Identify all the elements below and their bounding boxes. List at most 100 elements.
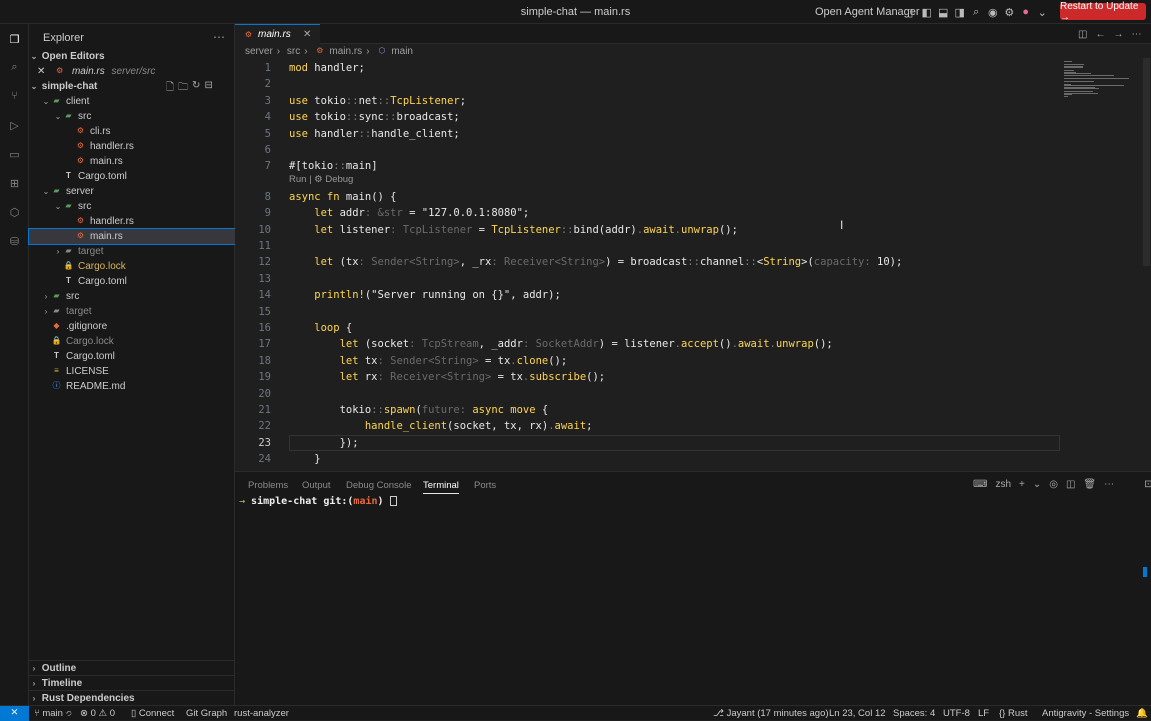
run-debug-icon[interactable]: ▷ — [0, 112, 29, 138]
indentation-status[interactable]: Spaces: 4 — [893, 707, 935, 720]
tree-item[interactable]: 🔒 Cargo.lock — [29, 259, 235, 274]
minimap[interactable] — [1062, 58, 1137, 98]
agent-icon[interactable]: ⬡ — [0, 199, 29, 225]
run-debug-codelens[interactable]: Run | ⚙ Debug — [289, 174, 353, 185]
go-back-icon[interactable]: ← — [1095, 29, 1105, 40]
go-forward-icon[interactable]: → — [1113, 29, 1123, 40]
tree-item[interactable]: T Cargo.toml — [29, 349, 235, 364]
search-icon[interactable]: ⌕ — [0, 54, 29, 80]
code-line: 16 loop { — [235, 320, 1060, 336]
database-icon[interactable]: ⛁ — [0, 228, 29, 254]
copilot-icon[interactable]: ◎ — [1049, 479, 1058, 490]
toggle-panel-icon[interactable]: ⬓ — [935, 5, 952, 19]
tree-item[interactable]: › ▰ src — [29, 289, 235, 304]
tree-item[interactable]: ⌄ ▰ src — [29, 109, 235, 124]
tree-item[interactable]: ⚙ main.rs — [29, 154, 235, 169]
breadcrumb-item[interactable]: main — [391, 46, 413, 57]
more-actions-icon[interactable]: ⋯ — [1104, 479, 1114, 490]
tab-debug-console[interactable]: Debug Console — [346, 480, 412, 491]
line-number: 2 — [264, 78, 271, 91]
chevron-down-icon[interactable]: ⌄ — [1033, 479, 1041, 490]
split-terminal-icon[interactable]: ◫ — [1066, 479, 1075, 490]
close-icon[interactable]: ✕ — [303, 29, 311, 40]
source-control-icon[interactable]: ⑂ — [0, 83, 29, 109]
settings-gear-icon[interactable]: ⚙ — [1001, 5, 1018, 19]
eol-status[interactable]: LF — [978, 707, 989, 720]
code-text: mod handler; — [289, 62, 365, 74]
shell-label[interactable]: zsh — [995, 479, 1011, 490]
close-icon[interactable]: ✕ — [37, 66, 45, 77]
connect-status[interactable]: ▯ Connect — [131, 707, 174, 720]
git-graph-status[interactable]: Git Graph — [186, 707, 227, 720]
tree-item[interactable]: ◆ .gitignore — [29, 319, 235, 334]
terminal-prompt[interactable]: → simple-chat git:(main) — [239, 496, 397, 507]
maximize-panel-icon[interactable]: ⊡ — [1144, 479, 1151, 490]
tab-problems[interactable]: Problems — [248, 480, 288, 491]
tree-item[interactable]: › ▰ target — [29, 304, 235, 319]
timeline-section[interactable]: › Timeline — [29, 675, 235, 690]
split-editor-icon[interactable]: ◫ — [1078, 29, 1087, 40]
tree-item[interactable]: 🔒 Cargo.lock — [29, 334, 235, 349]
minimap-line — [1064, 74, 1114, 76]
tree-item[interactable]: T Cargo.toml — [29, 169, 235, 184]
more-actions-icon[interactable]: ⋯ — [213, 30, 225, 44]
search-icon[interactable]: ⌕ — [968, 5, 985, 19]
chevron-down-icon[interactable]: ⌄ — [1034, 5, 1051, 19]
tab-main-rs[interactable]: ⚙ main.rs ✕ — [235, 24, 320, 44]
settings-status[interactable]: Antigravity - Settings — [1042, 707, 1129, 720]
toggle-sidebar-icon[interactable]: ◧ — [919, 5, 936, 19]
toggle-layout-icon[interactable]: ▯ — [902, 5, 919, 19]
tree-item[interactable]: ≡ LICENSE — [29, 364, 235, 379]
tree-item[interactable]: ⚙ handler.rs — [29, 214, 235, 229]
git-blame-status[interactable]: ⎇ Jayant (17 minutes ago) — [713, 707, 829, 720]
tree-item[interactable]: ⚙ main.rs — [28, 228, 236, 245]
tree-item-label: target — [66, 306, 92, 317]
kill-terminal-icon[interactable]: 🗑 — [1083, 479, 1096, 490]
restart-to-update-button[interactable]: Restart to Update → — [1060, 1, 1146, 23]
chevron-down-icon: ⌄ — [30, 52, 38, 61]
open-editor-item[interactable]: ✕ ⚙ main.rs server/src — [29, 64, 235, 79]
tree-item[interactable]: ⚙ handler.rs — [29, 139, 235, 154]
tree-item[interactable]: ⚙ cli.rs — [29, 124, 235, 139]
breadcrumb-item[interactable]: server — [245, 46, 273, 57]
new-terminal-icon[interactable]: + — [1019, 479, 1025, 490]
browser-icon[interactable]: ◉ — [985, 5, 1002, 19]
tree-item[interactable]: ⌄ ▰ server — [29, 184, 235, 199]
rust-analyzer-status[interactable]: rust-analyzer — [234, 707, 289, 720]
more-actions-icon[interactable]: ⋯ — [1131, 29, 1141, 40]
extensions-icon[interactable]: ⊞ — [0, 170, 29, 196]
open-editors-section[interactable]: ⌄ Open Editors — [29, 49, 235, 64]
tab-output[interactable]: Output — [302, 480, 331, 491]
language-status[interactable]: {} Rust — [999, 707, 1028, 720]
toggle-secondary-sidebar-icon[interactable]: ◨ — [952, 5, 969, 19]
files-icon[interactable]: ❐ — [0, 26, 29, 52]
account-avatar-icon[interactable]: ● — [1018, 5, 1035, 19]
code-editor[interactable]: 1 mod handler; 2 3 use tokio::net::TcpListen… — [235, 58, 1151, 470]
code-line: 5 use handler::handle_client; — [235, 126, 1060, 142]
cursor-position-status[interactable]: Ln 23, Col 12 — [829, 707, 886, 720]
tree-item[interactable]: T Cargo.toml — [29, 274, 235, 289]
remote-explorer-icon[interactable]: ▭ — [0, 141, 29, 167]
breadcrumb-item[interactable]: src — [287, 46, 300, 57]
rust-dependencies-section[interactable]: › Rust Dependencies — [29, 690, 235, 705]
function-symbol-icon: ⬡ — [378, 46, 386, 56]
tab-ports[interactable]: Ports — [474, 480, 496, 491]
problems-status[interactable]: ⊗ 0 ⚠ 0 — [80, 707, 115, 720]
folder-open-icon: ▰ — [65, 111, 72, 121]
tree-item[interactable]: ⌄ ▰ src — [29, 199, 235, 214]
notifications-bell-icon[interactable]: 🔔 — [1136, 707, 1148, 720]
tree-item[interactable]: › ▰ target — [29, 244, 235, 259]
code-text: let listener: TcpListener = TcpListener:… — [289, 223, 738, 236]
branch-status[interactable]: ⑂ main ⟲ — [34, 707, 71, 720]
rust-file-icon: ⚙ — [76, 231, 85, 241]
breadcrumb-item[interactable]: main.rs — [329, 46, 362, 57]
tab-terminal[interactable]: Terminal — [423, 480, 459, 494]
tree-item[interactable]: ⓘ README.md — [29, 379, 235, 394]
tree-item[interactable]: ⌄ ▰ client — [29, 94, 235, 109]
outline-section[interactable]: › Outline — [29, 660, 235, 675]
encoding-status[interactable]: UTF-8 — [943, 707, 970, 720]
editor-scrollbar[interactable] — [1143, 58, 1150, 266]
line-number: 21 — [258, 404, 271, 416]
remote-indicator-icon[interactable]: ⨯ — [0, 706, 29, 721]
line-number: 13 — [258, 272, 271, 285]
